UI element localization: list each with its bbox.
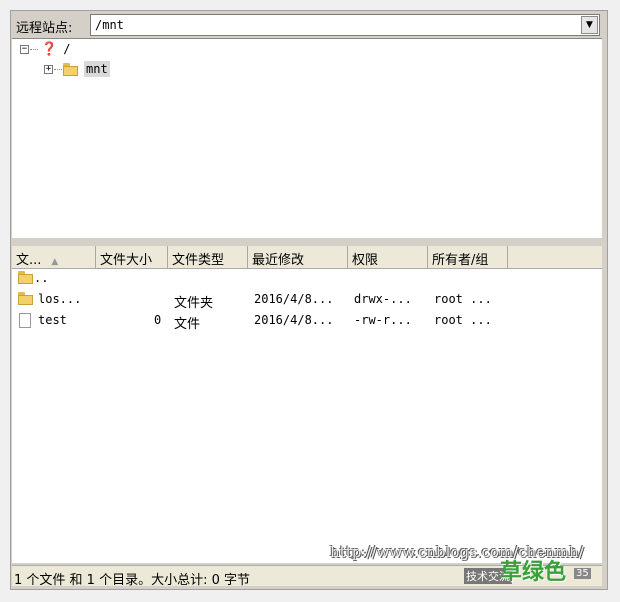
file-modified: 2016/4/8... bbox=[254, 313, 334, 327]
file-list: 文... ▲ 文件大小 文件类型 最近修改 权限 所有者/组 .. los... … bbox=[12, 246, 602, 563]
file-name: los... bbox=[38, 292, 82, 306]
tree-connector bbox=[54, 68, 62, 70]
expand-icon[interactable]: + bbox=[44, 64, 53, 74]
chevron-down-icon[interactable]: ▼ bbox=[581, 16, 598, 34]
sort-up-icon: ▲ bbox=[51, 257, 59, 267]
tree-node-label[interactable]: mnt bbox=[84, 61, 110, 77]
remote-site-input[interactable]: /mnt bbox=[95, 18, 124, 32]
folder-icon bbox=[18, 271, 33, 284]
file-owner: root ... bbox=[434, 292, 492, 306]
file-type: 文件夹 bbox=[174, 296, 214, 311]
tree-node-label: / bbox=[63, 42, 71, 56]
tree-node-mnt[interactable]: + mnt bbox=[44, 60, 110, 78]
watermark-title: 草绿色 bbox=[500, 560, 567, 585]
table-row[interactable]: test 0 文件 2016/4/8... -rw-r... root ... bbox=[12, 311, 602, 332]
col-name[interactable]: 文... ▲ bbox=[12, 246, 96, 268]
file-owner: root ... bbox=[434, 313, 492, 327]
row-icon-wrap bbox=[19, 313, 39, 328]
list-header: 文... ▲ 文件大小 文件类型 最近修改 权限 所有者/组 bbox=[12, 246, 602, 269]
panel-splitter[interactable] bbox=[12, 238, 602, 246]
question-icon: ❓ bbox=[41, 41, 58, 57]
table-row[interactable]: los... 文件夹 2016/4/8... drwx-... root ... bbox=[12, 290, 602, 311]
col-owner[interactable]: 所有者/组 bbox=[428, 246, 508, 268]
file-permissions: drwx-... bbox=[354, 292, 412, 306]
remote-site-combobox[interactable]: /mnt ▼ bbox=[90, 14, 600, 36]
file-type: 文件 bbox=[174, 317, 201, 332]
remote-site-bar: 远程站点: /mnt ▼ bbox=[12, 13, 602, 37]
file-name: test bbox=[38, 313, 67, 327]
col-modified[interactable]: 最近修改 bbox=[248, 246, 348, 268]
status-text: 1 个文件 和 1 个目录。大小总计: 0 字节 bbox=[14, 573, 250, 588]
table-row[interactable]: .. bbox=[12, 269, 602, 289]
collapse-icon[interactable]: − bbox=[20, 44, 29, 54]
file-size: 0 bbox=[154, 313, 162, 327]
directory-tree: − ❓ / + mnt bbox=[12, 38, 602, 240]
file-icon bbox=[19, 313, 31, 328]
tree-node-root[interactable]: − ❓ / bbox=[20, 40, 70, 58]
folder-icon bbox=[63, 62, 78, 76]
col-name-label: 文... bbox=[16, 253, 42, 268]
file-modified: 2016/4/8... bbox=[254, 292, 334, 306]
col-permissions[interactable]: 权限 bbox=[348, 246, 428, 268]
remote-site-label: 远程站点: bbox=[16, 21, 73, 36]
tree-connector bbox=[30, 48, 38, 50]
col-size[interactable]: 文件大小 bbox=[96, 246, 168, 268]
folder-icon bbox=[18, 292, 33, 305]
file-name: .. bbox=[34, 271, 49, 285]
col-type[interactable]: 文件类型 bbox=[168, 246, 248, 268]
file-permissions: -rw-r... bbox=[354, 313, 412, 327]
watermark-num: 35 bbox=[574, 568, 591, 579]
row-icon-wrap bbox=[18, 292, 39, 309]
